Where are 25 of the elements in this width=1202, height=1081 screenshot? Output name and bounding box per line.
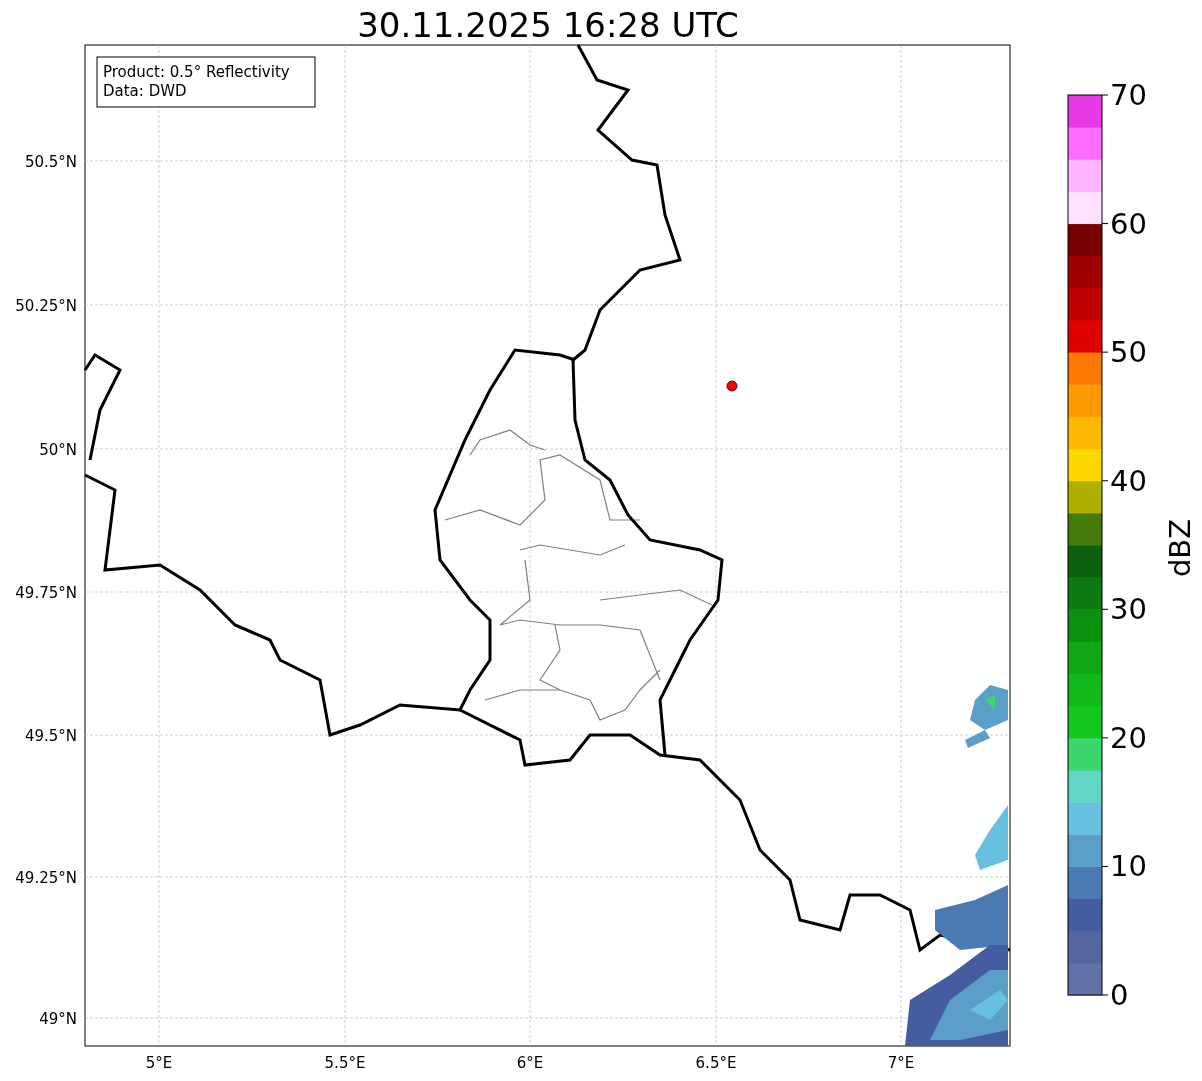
axis-tick-label: 50.5°N: [24, 153, 77, 171]
info-text: Product: 0.5° Reflectivity: [103, 63, 290, 81]
colorbar-tick-label: 30: [1110, 592, 1147, 627]
axis-tick-label: 49.5°N: [24, 727, 77, 745]
axis-tick-label: 49.25°N: [15, 869, 77, 887]
colorbar-tick-label: 70: [1110, 78, 1147, 112]
colorbar-tick-label: 20: [1110, 720, 1147, 755]
axis-tick-label: 5°E: [145, 1054, 173, 1072]
radar-station-marker: [726, 380, 738, 392]
axis-tick-label: 5.5°E: [324, 1054, 366, 1072]
axis-tick-label: 49.75°N: [15, 584, 77, 602]
colorbar-tick-label: 60: [1110, 206, 1147, 241]
axis-tick-label: 6°E: [516, 1054, 544, 1072]
axis-tick-label: 6.5°E: [695, 1054, 737, 1072]
axis-tick-label: 49°N: [39, 1010, 77, 1028]
axis-tick-label: 7°E: [887, 1054, 915, 1072]
colorbar-tick-label: 40: [1110, 463, 1147, 498]
colorbar-tick-label: 10: [1110, 849, 1147, 884]
colorbar-tick-label: 0: [1110, 978, 1129, 1012]
chart-title: 30.11.2025 16:28 UTC: [357, 5, 739, 45]
axis-tick-label: 50.25°N: [15, 297, 77, 315]
info-text: Data: DWD: [103, 82, 187, 100]
colorbar-tick-label: 50: [1110, 335, 1147, 370]
axis-tick-label: 50°N: [39, 441, 77, 459]
colorbar-label: dBZ: [1163, 518, 1197, 578]
